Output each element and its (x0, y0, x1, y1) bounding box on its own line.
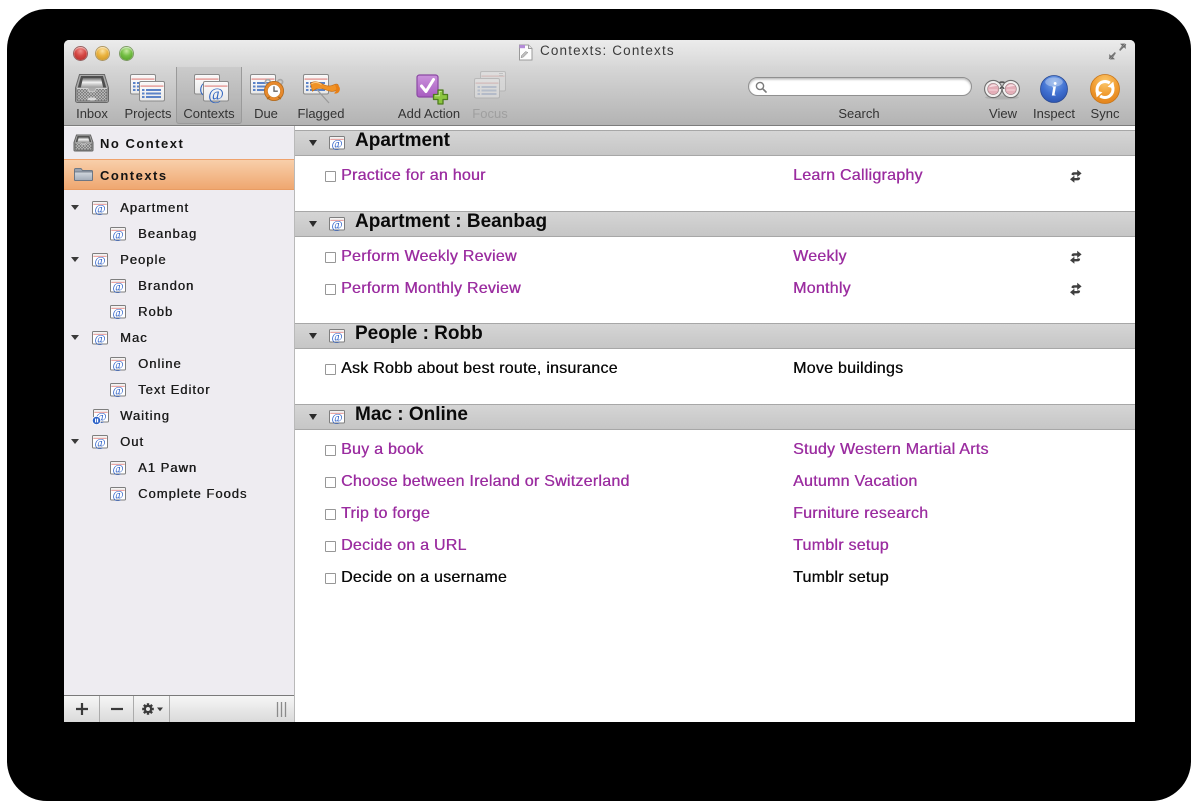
svg-text:i: i (1051, 80, 1057, 101)
